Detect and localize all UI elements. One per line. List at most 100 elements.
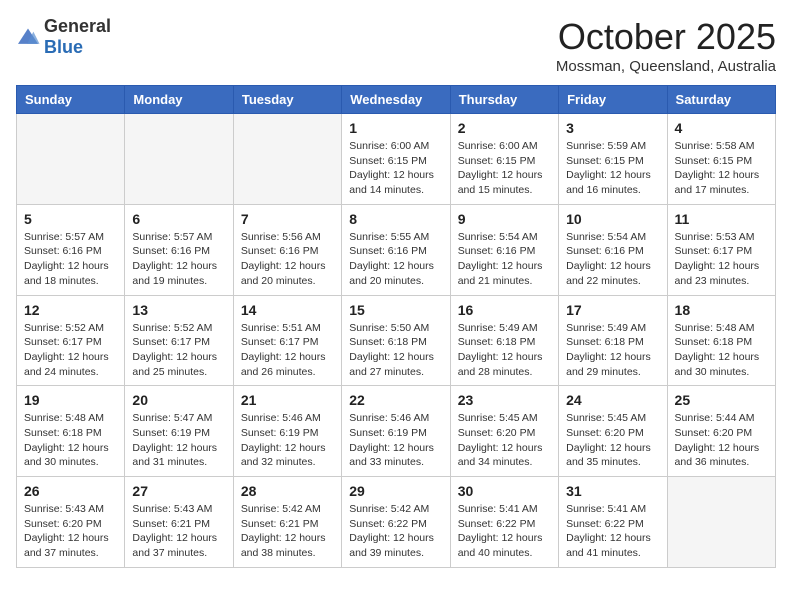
- day-info: Sunrise: 6:00 AM Sunset: 6:15 PM Dayligh…: [458, 139, 551, 198]
- day-number: 18: [675, 302, 768, 318]
- day-number: 28: [241, 483, 334, 499]
- calendar-header-row: SundayMondayTuesdayWednesdayThursdayFrid…: [17, 86, 776, 114]
- day-number: 27: [132, 483, 225, 499]
- day-number: 22: [349, 392, 442, 408]
- day-info: Sunrise: 5:44 AM Sunset: 6:20 PM Dayligh…: [675, 411, 768, 470]
- day-info: Sunrise: 5:43 AM Sunset: 6:20 PM Dayligh…: [24, 502, 117, 561]
- column-header-saturday: Saturday: [667, 86, 775, 114]
- calendar-cell: 14 Sunrise: 5:51 AM Sunset: 6:17 PM Dayli…: [233, 295, 341, 386]
- calendar-week-row: 19Sunrise: 5:48 AM Sunset: 6:18 PM Dayli…: [17, 386, 776, 477]
- calendar-cell: 10Sunrise: 5:54 AM Sunset: 6:16 PM Dayli…: [559, 204, 667, 295]
- calendar-cell: 5 Sunrise: 5:57 AM Sunset: 6:16 PM Daylig…: [17, 204, 125, 295]
- day-info: Sunrise: 5:54 AM Sunset: 6:16 PM Dayligh…: [566, 230, 659, 289]
- calendar-cell: 23 Sunrise: 5:45 AM Sunset: 6:20 PM Dayli…: [450, 386, 558, 477]
- day-info: Sunrise: 5:42 AM Sunset: 6:21 PM Dayligh…: [241, 502, 334, 561]
- calendar-cell: 8Sunrise: 5:55 AM Sunset: 6:16 PM Daylig…: [342, 204, 450, 295]
- column-header-wednesday: Wednesday: [342, 86, 450, 114]
- day-number: 20: [132, 392, 225, 408]
- column-header-sunday: Sunday: [17, 86, 125, 114]
- day-number: 31: [566, 483, 659, 499]
- calendar-cell: 16Sunrise: 5:49 AM Sunset: 6:18 PM Dayli…: [450, 295, 558, 386]
- calendar-week-row: 26 Sunrise: 5:43 AM Sunset: 6:20 PM Dayli…: [17, 477, 776, 568]
- day-number: 8: [349, 211, 442, 227]
- day-info: Sunrise: 5:51 AM Sunset: 6:17 PM Dayligh…: [241, 321, 334, 380]
- calendar-cell: 6 Sunrise: 5:57 AM Sunset: 6:16 PM Daylig…: [125, 204, 233, 295]
- day-number: 21: [241, 392, 334, 408]
- day-info: Sunrise: 5:53 AM Sunset: 6:17 PM Dayligh…: [675, 230, 768, 289]
- calendar-cell: 21 Sunrise: 5:46 AM Sunset: 6:19 PM Dayli…: [233, 386, 341, 477]
- calendar-cell: [125, 114, 233, 205]
- calendar-cell: [17, 114, 125, 205]
- day-number: 5: [24, 211, 117, 227]
- generalblue-logo-icon: [16, 27, 40, 47]
- day-number: 4: [675, 120, 768, 136]
- day-number: 29: [349, 483, 442, 499]
- logo: General Blue: [16, 16, 111, 58]
- day-info: Sunrise: 5:57 AM Sunset: 6:16 PM Dayligh…: [132, 230, 225, 289]
- calendar-cell: 4 Sunrise: 5:58 AM Sunset: 6:15 PM Daylig…: [667, 114, 775, 205]
- day-number: 24: [566, 392, 659, 408]
- day-number: 25: [675, 392, 768, 408]
- day-number: 14: [241, 302, 334, 318]
- calendar-cell: 3Sunrise: 5:59 AM Sunset: 6:15 PM Daylig…: [559, 114, 667, 205]
- calendar-cell: 13Sunrise: 5:52 AM Sunset: 6:17 PM Dayli…: [125, 295, 233, 386]
- calendar-cell: 2 Sunrise: 6:00 AM Sunset: 6:15 PM Daylig…: [450, 114, 558, 205]
- day-info: Sunrise: 5:41 AM Sunset: 6:22 PM Dayligh…: [458, 502, 551, 561]
- calendar-cell: 30Sunrise: 5:41 AM Sunset: 6:22 PM Dayli…: [450, 477, 558, 568]
- month-title: October 2025: [556, 16, 776, 58]
- location-subtitle: Mossman, Queensland, Australia: [556, 58, 776, 75]
- day-number: 17: [566, 302, 659, 318]
- calendar-week-row: 5 Sunrise: 5:57 AM Sunset: 6:16 PM Daylig…: [17, 204, 776, 295]
- logo-text: General Blue: [44, 16, 111, 58]
- calendar-cell: 18 Sunrise: 5:48 AM Sunset: 6:18 PM Dayli…: [667, 295, 775, 386]
- day-info: Sunrise: 5:48 AM Sunset: 6:18 PM Dayligh…: [675, 321, 768, 380]
- calendar-cell: 20 Sunrise: 5:47 AM Sunset: 6:19 PM Dayli…: [125, 386, 233, 477]
- day-number: 19: [24, 392, 117, 408]
- day-number: 9: [458, 211, 551, 227]
- day-info: Sunrise: 5:45 AM Sunset: 6:20 PM Dayligh…: [458, 411, 551, 470]
- day-info: Sunrise: 5:58 AM Sunset: 6:15 PM Dayligh…: [675, 139, 768, 198]
- column-header-friday: Friday: [559, 86, 667, 114]
- calendar-week-row: 1Sunrise: 6:00 AM Sunset: 6:15 PM Daylig…: [17, 114, 776, 205]
- logo-blue: Blue: [44, 37, 83, 57]
- day-number: 15: [349, 302, 442, 318]
- calendar-cell: 17 Sunrise: 5:49 AM Sunset: 6:18 PM Dayli…: [559, 295, 667, 386]
- day-info: Sunrise: 5:45 AM Sunset: 6:20 PM Dayligh…: [566, 411, 659, 470]
- calendar-cell: 9 Sunrise: 5:54 AM Sunset: 6:16 PM Daylig…: [450, 204, 558, 295]
- calendar-cell: 12 Sunrise: 5:52 AM Sunset: 6:17 PM Dayli…: [17, 295, 125, 386]
- column-header-thursday: Thursday: [450, 86, 558, 114]
- day-info: Sunrise: 5:46 AM Sunset: 6:19 PM Dayligh…: [241, 411, 334, 470]
- title-block: October 2025 Mossman, Queensland, Austra…: [556, 16, 776, 75]
- calendar-cell: 26 Sunrise: 5:43 AM Sunset: 6:20 PM Dayli…: [17, 477, 125, 568]
- calendar-cell: 15Sunrise: 5:50 AM Sunset: 6:18 PM Dayli…: [342, 295, 450, 386]
- day-info: Sunrise: 5:52 AM Sunset: 6:17 PM Dayligh…: [132, 321, 225, 380]
- calendar-cell: 25 Sunrise: 5:44 AM Sunset: 6:20 PM Dayli…: [667, 386, 775, 477]
- calendar-cell: 31 Sunrise: 5:41 AM Sunset: 6:22 PM Dayli…: [559, 477, 667, 568]
- logo-general: General: [44, 16, 111, 36]
- calendar-cell: 27Sunrise: 5:43 AM Sunset: 6:21 PM Dayli…: [125, 477, 233, 568]
- calendar-week-row: 12 Sunrise: 5:52 AM Sunset: 6:17 PM Dayli…: [17, 295, 776, 386]
- day-info: Sunrise: 5:57 AM Sunset: 6:16 PM Dayligh…: [24, 230, 117, 289]
- day-info: Sunrise: 5:52 AM Sunset: 6:17 PM Dayligh…: [24, 321, 117, 380]
- day-info: Sunrise: 5:46 AM Sunset: 6:19 PM Dayligh…: [349, 411, 442, 470]
- page-header: General Blue October 2025 Mossman, Queen…: [16, 16, 776, 75]
- day-number: 23: [458, 392, 551, 408]
- day-number: 6: [132, 211, 225, 227]
- day-info: Sunrise: 5:49 AM Sunset: 6:18 PM Dayligh…: [566, 321, 659, 380]
- day-info: Sunrise: 5:56 AM Sunset: 6:16 PM Dayligh…: [241, 230, 334, 289]
- day-number: 12: [24, 302, 117, 318]
- day-info: Sunrise: 5:47 AM Sunset: 6:19 PM Dayligh…: [132, 411, 225, 470]
- calendar-cell: 22 Sunrise: 5:46 AM Sunset: 6:19 PM Dayli…: [342, 386, 450, 477]
- day-number: 2: [458, 120, 551, 136]
- day-info: Sunrise: 5:41 AM Sunset: 6:22 PM Dayligh…: [566, 502, 659, 561]
- day-info: Sunrise: 5:54 AM Sunset: 6:16 PM Dayligh…: [458, 230, 551, 289]
- calendar-cell: 24 Sunrise: 5:45 AM Sunset: 6:20 PM Dayli…: [559, 386, 667, 477]
- calendar-cell: 28 Sunrise: 5:42 AM Sunset: 6:21 PM Dayli…: [233, 477, 341, 568]
- calendar-cell: 29Sunrise: 5:42 AM Sunset: 6:22 PM Dayli…: [342, 477, 450, 568]
- day-number: 26: [24, 483, 117, 499]
- column-header-tuesday: Tuesday: [233, 86, 341, 114]
- column-header-monday: Monday: [125, 86, 233, 114]
- calendar-cell: 7Sunrise: 5:56 AM Sunset: 6:16 PM Daylig…: [233, 204, 341, 295]
- calendar-cell: [667, 477, 775, 568]
- calendar-cell: 1Sunrise: 6:00 AM Sunset: 6:15 PM Daylig…: [342, 114, 450, 205]
